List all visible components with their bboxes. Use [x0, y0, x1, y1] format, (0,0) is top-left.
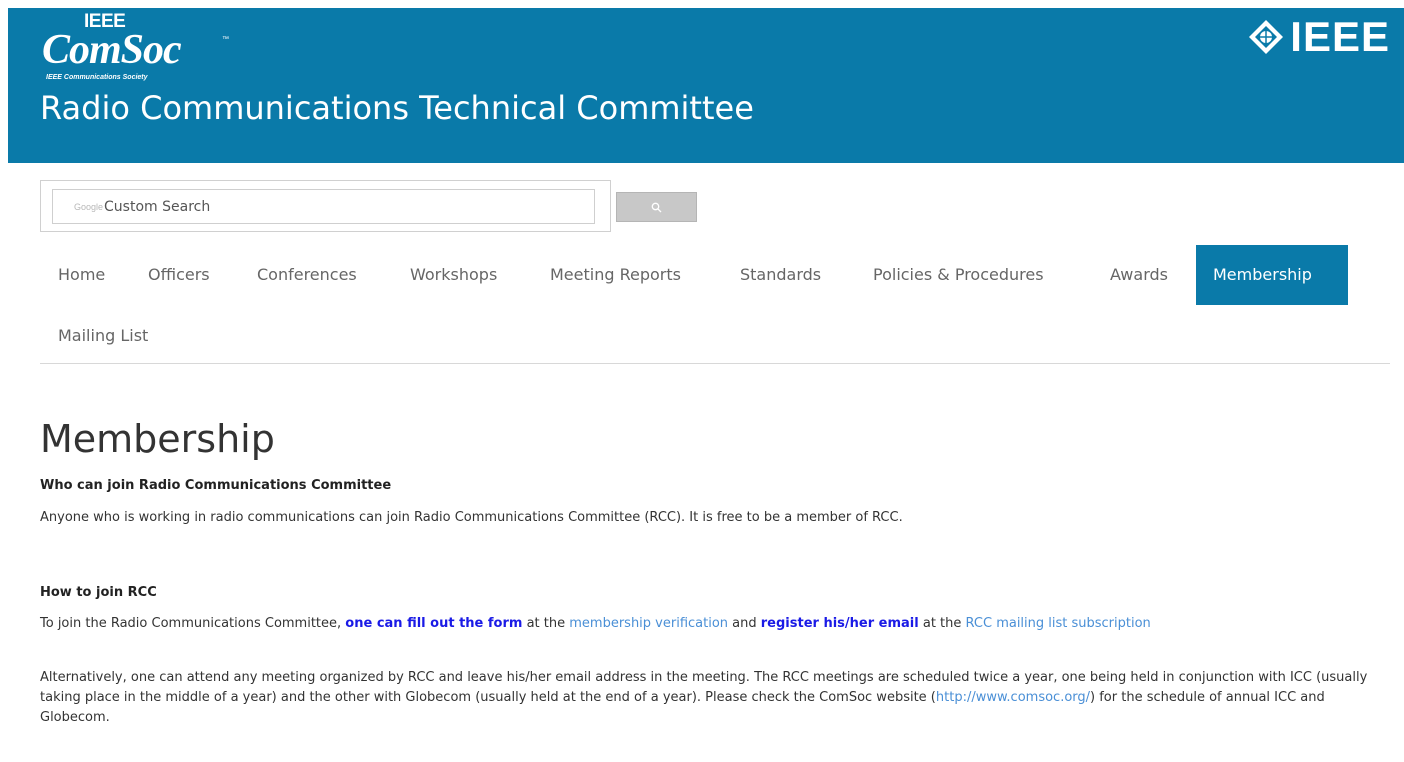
comsoc-logo-word: ComSoc — [42, 27, 182, 73]
site-title[interactable]: Radio Communications Technical Committee — [40, 88, 754, 128]
section-heading-how-to-join: How to join RCC — [40, 585, 157, 600]
section-heading-who-can-join: Who can join Radio Communications Commit… — [40, 478, 392, 493]
ieee-diamond-icon — [1249, 20, 1284, 54]
search-button[interactable] — [616, 192, 697, 222]
nav-home[interactable]: Home — [58, 245, 105, 305]
text-run: at the — [522, 616, 570, 631]
text-run: and — [728, 616, 761, 631]
ieee-logo[interactable]: IEEE — [1248, 14, 1390, 60]
ieee-logo-text: IEEE — [1290, 13, 1390, 60]
search-icon — [651, 202, 662, 212]
nav-divider — [40, 363, 1390, 364]
rcc-mailing-list-link[interactable]: RCC mailing list subscription — [966, 616, 1151, 631]
google-watermark: Google — [74, 201, 104, 212]
comsoc-logo-tm: ™ — [222, 36, 229, 43]
search-box: Google Custom Search — [40, 180, 611, 232]
site-header: IEEE ComSoc ™ IEEE Communications Societ… — [8, 8, 1404, 163]
nav-officers[interactable]: Officers — [148, 245, 210, 305]
nav-standards[interactable]: Standards — [740, 245, 821, 305]
nav-membership[interactable]: Membership — [1196, 245, 1348, 305]
comsoc-logo[interactable]: IEEE ComSoc ™ IEEE Communications Societ… — [40, 12, 260, 88]
nav-mailing-list[interactable]: Mailing List — [58, 306, 148, 366]
register-email-link[interactable]: register his/her email — [761, 616, 919, 631]
who-can-join-text: Anyone who is working in radio communica… — [40, 510, 903, 525]
search-placeholder: Custom Search — [104, 198, 211, 215]
nav-workshops[interactable]: Workshops — [410, 245, 497, 305]
alternative-join-paragraph: Alternatively, one can attend any meetin… — [40, 668, 1380, 728]
comsoc-logo-subtitle: IEEE Communications Society — [46, 74, 148, 81]
fill-form-link[interactable]: one can fill out the form — [345, 616, 522, 631]
how-to-join-paragraph: To join the Radio Communications Committ… — [40, 614, 1380, 634]
comsoc-website-link[interactable]: http://www.comsoc.org/ — [936, 690, 1090, 705]
text-run: at the — [918, 616, 966, 631]
membership-verification-link[interactable]: membership verification — [569, 616, 728, 631]
nav-conferences[interactable]: Conferences — [257, 245, 357, 305]
nav-awards[interactable]: Awards — [1110, 245, 1168, 305]
page-title: Membership — [40, 417, 275, 461]
nav-meeting-reports[interactable]: Meeting Reports — [550, 245, 681, 305]
search-input[interactable]: Google Custom Search — [52, 189, 595, 224]
nav-policies-procedures[interactable]: Policies & Procedures — [873, 245, 1044, 305]
text-run: To join the Radio Communications Committ… — [40, 616, 346, 631]
